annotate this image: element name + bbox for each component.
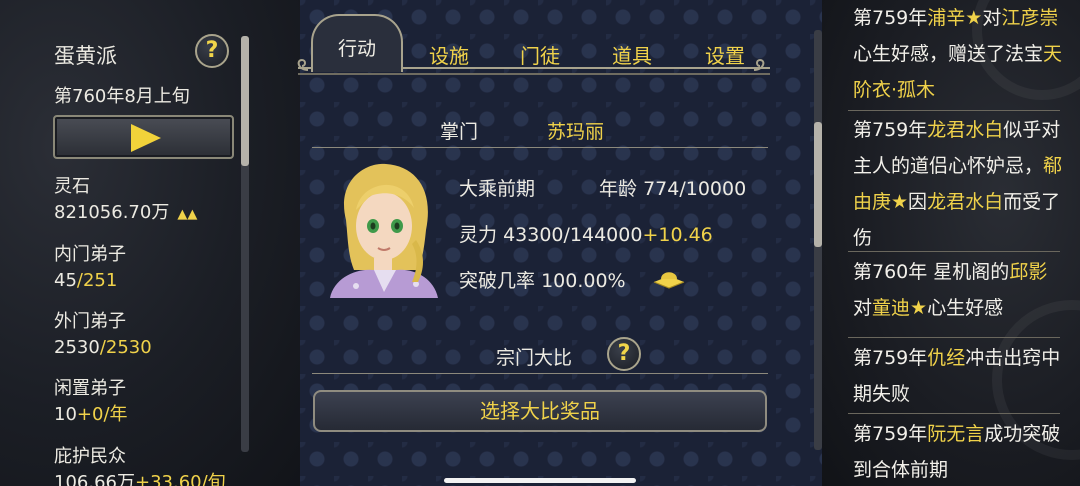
left-scrollbar[interactable]	[241, 36, 249, 452]
log-separator	[848, 337, 1060, 338]
age-value: 774/10000	[643, 178, 747, 200]
log-text: 因	[908, 191, 928, 213]
tab-bar-ornament-right	[753, 58, 765, 71]
play-icon	[131, 124, 161, 152]
divider	[312, 373, 768, 374]
stat-extra: +0/年	[76, 404, 128, 425]
breakthrough-label: 突破几率	[459, 270, 536, 292]
log-entry: 第759年龙君水白似乎对主人的道侣心怀妒忌，郗由庚★因龙君水白而受了伤	[853, 112, 1063, 256]
left-panel-background	[0, 0, 300, 486]
log-text: 第759年	[853, 7, 928, 29]
stat-extra: /2530	[99, 337, 152, 358]
left-scroll-thumb[interactable]	[241, 36, 249, 166]
log-name-highlight[interactable]: 阮无言	[927, 423, 984, 445]
log-entry: 第760年 星机阁的邱影对童迪★心生好感	[853, 254, 1063, 326]
stat-label: 庇护民众	[54, 446, 126, 467]
leader-name[interactable]: 苏玛丽	[547, 117, 604, 144]
tab-settings[interactable]: 设置	[700, 40, 750, 72]
log-name-highlight[interactable]: 邱影	[1009, 261, 1047, 283]
leader-age-row: 年龄 774/10000	[599, 174, 746, 201]
sect-help-button[interactable]: ?	[195, 34, 229, 68]
spirit-value: 43300/144000	[503, 224, 643, 246]
log-separator	[848, 413, 1060, 414]
log-text: 心生好感，赠送了法宝	[853, 43, 1044, 65]
leader-realm: 大乘前期	[459, 178, 536, 200]
stat-extra: +33.60/旬	[134, 472, 226, 486]
stat-label: 外门弟子	[54, 311, 126, 332]
tab-disciples[interactable]: 门徒	[515, 40, 565, 72]
stat-value: 10	[54, 404, 77, 425]
divider	[312, 147, 768, 148]
choose-contest-reward-button[interactable]: 选择大比奖品	[313, 390, 767, 432]
log-separator	[848, 251, 1060, 252]
tab-bar-ornament-left	[297, 58, 309, 71]
stat-protected-people: 庇护民众 106.66万+33.60/旬	[54, 444, 226, 486]
tab-items[interactable]: 道具	[607, 40, 657, 72]
contest-label: 宗门大比	[496, 347, 573, 369]
log-text: 第759年	[853, 347, 928, 369]
log-text: 对	[853, 297, 873, 319]
stat-value: 2530	[54, 337, 100, 358]
log-name-highlight[interactable]: 龙君水白	[927, 119, 1003, 141]
spirit-label: 灵力	[459, 224, 498, 246]
leader-title-label: 掌门	[440, 121, 479, 143]
stat-spirit-stones: 灵石 821056.70万 ▲▲	[54, 174, 197, 228]
advance-time-button[interactable]	[53, 115, 234, 159]
log-name-highlight[interactable]: 江彦崇	[1001, 7, 1058, 29]
log-name-highlight[interactable]: 浦辛★	[927, 7, 982, 29]
log-entry: 第759年浦辛★对江彦崇心生好感，赠送了法宝天阶衣·孤木	[853, 0, 1063, 108]
stat-idle-disciples: 闲置弟子 10+0/年	[54, 376, 128, 428]
tab-facilities[interactable]: 设施	[424, 40, 474, 72]
log-separator	[848, 110, 1060, 111]
home-indicator[interactable]	[444, 478, 636, 483]
log-text: 第759年	[853, 423, 928, 445]
log-text: 第759年	[853, 119, 928, 141]
log-entry: 第759年阮无言成功突破到合体前期	[853, 416, 1063, 486]
center-scroll-thumb[interactable]	[814, 122, 822, 247]
stat-value: 106.66万	[54, 472, 135, 486]
age-label: 年龄	[599, 178, 638, 200]
center-scrollbar[interactable]	[814, 30, 822, 450]
stat-outer-disciples: 外门弟子 2530/2530	[54, 309, 152, 361]
spirit-rate: +10.46	[642, 224, 713, 246]
log-text: 对	[982, 7, 1002, 29]
stat-value: 45	[54, 270, 77, 291]
stat-label: 闲置弟子	[54, 378, 126, 399]
stat-inner-disciples: 内门弟子 45/251	[54, 242, 126, 294]
log-text: 心生好感	[927, 297, 1004, 319]
breakthrough-value: 100.00%	[541, 270, 626, 292]
leader-portrait[interactable]	[326, 160, 440, 298]
sect-name: 蛋黄派	[54, 44, 117, 68]
log-name-highlight[interactable]: 童迪★	[872, 297, 927, 319]
game-date: 第760年8月上旬	[54, 86, 190, 107]
tab-actions[interactable]: 行动	[311, 14, 403, 72]
stat-label: 内门弟子	[54, 244, 126, 265]
log-name-highlight[interactable]: 仇经	[927, 347, 965, 369]
log-text: 第760年 星机阁的	[853, 261, 1010, 283]
leader-breakthrough-row: 突破几率 100.00%	[459, 266, 626, 293]
breakthrough-hat-icon[interactable]	[650, 266, 688, 292]
trend-up-icon: ▲▲	[177, 207, 198, 222]
stat-extra: /251	[76, 270, 118, 291]
log-name-highlight[interactable]: 龙君水白	[927, 191, 1003, 213]
contest-help-button[interactable]: ?	[607, 337, 641, 371]
stat-value: 821056.70万	[54, 202, 170, 223]
log-entry: 第759年仇经冲击出窍中期失败	[853, 340, 1063, 412]
leader-spirit-row: 灵力 43300/144000+10.46	[459, 220, 713, 247]
stat-label: 灵石	[54, 176, 90, 197]
